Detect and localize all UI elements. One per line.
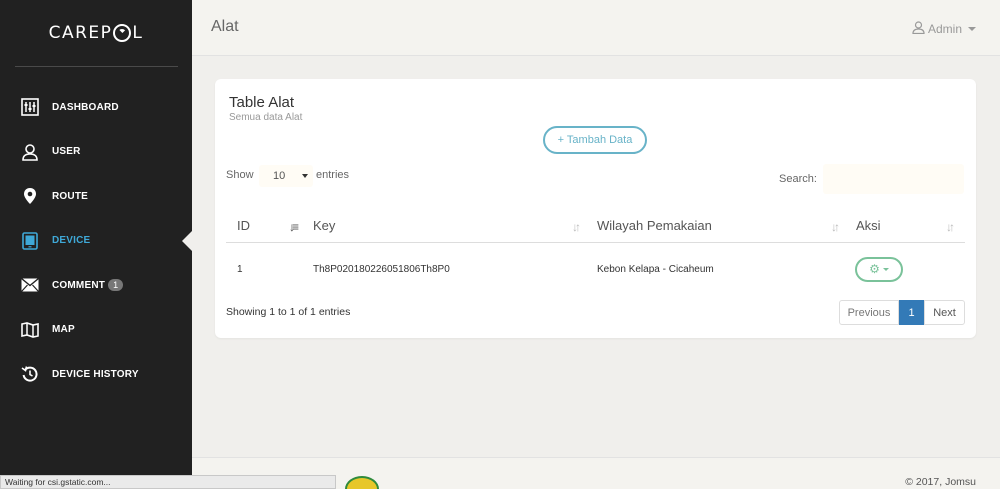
row-actions-button[interactable]: ⚙ — [855, 256, 903, 282]
tablet-icon — [20, 231, 40, 251]
sidebar-item-label: DEVICE HISTORY — [52, 368, 139, 380]
column-header-label: Key — [313, 217, 336, 233]
search-label: Search: — [779, 173, 817, 185]
sidebar: CAREP L DASHBOARD USER ROUTE DEVICE COMM… — [0, 0, 192, 489]
comment-count-badge: 1 — [108, 279, 124, 292]
entries-label: entries — [316, 169, 350, 181]
pagination-page-current[interactable]: 1 — [899, 300, 924, 325]
sort-ascending-icon[interactable]: ↓≡ — [289, 220, 299, 234]
cell-aksi: ⚙ — [855, 243, 903, 295]
sidebar-item-device[interactable]: DEVICE — [0, 219, 192, 264]
table-header: ID ↓≡ Key ↓↑ Wilayah Pemakaian ↓↑ Aksi ↓… — [226, 207, 965, 243]
chevron-down-icon — [968, 27, 976, 31]
column-header-id[interactable]: ID — [237, 207, 250, 243]
card-title: Table Alat — [229, 94, 295, 111]
entries-length-value: 10 — [273, 170, 286, 182]
column-header-label: ID — [237, 217, 250, 233]
sidebar-item-map[interactable]: MAP — [0, 308, 192, 353]
table-row: 1 Th8P020180226051806Th8P0 Kebon Kelapa … — [226, 243, 965, 295]
page-title: Alat — [211, 18, 239, 35]
column-header-wilayah[interactable]: Wilayah Pemakaian — [597, 207, 712, 243]
pagination-next[interactable]: Next — [924, 300, 965, 325]
emblem-logo — [345, 476, 379, 489]
user-icon — [912, 21, 925, 37]
sidebar-item-dashboard[interactable]: DASHBOARD — [0, 85, 192, 130]
sidebar-item-device-history[interactable]: DEVICE HISTORY — [0, 352, 192, 397]
show-label: Show — [226, 169, 254, 181]
card-subtitle: Semua data Alat — [229, 112, 303, 123]
brand-logo[interactable]: CAREP L — [0, 0, 192, 66]
sidebar-item-label: USER — [52, 146, 81, 158]
column-header-key[interactable]: Key — [313, 207, 335, 243]
sidebar-item-label: MAP — [52, 324, 75, 336]
pagination: Previous 1 Next — [839, 300, 965, 325]
chevron-down-icon — [302, 174, 308, 178]
chevron-down-icon — [882, 267, 889, 271]
brand-logo-text-start: CAREP — [48, 23, 113, 43]
map-pin-icon — [20, 186, 40, 206]
sidebar-item-label: ROUTE — [52, 190, 88, 202]
column-header-label: Wilayah Pemakaian — [597, 217, 712, 233]
copyright: © 2017, Jomsu — [905, 476, 976, 488]
pagination-previous[interactable]: Previous — [839, 300, 899, 325]
cell-id: 1 — [237, 263, 243, 275]
search-input[interactable] — [823, 164, 964, 194]
brand-logo-text-end: L — [132, 23, 144, 43]
sidebar-divider — [15, 66, 178, 67]
sort-icon[interactable]: ↓↑ — [946, 220, 955, 234]
sidebar-item-label: COMMENT — [52, 279, 106, 291]
cell-wilayah: Kebon Kelapa - Cicaheum — [597, 263, 714, 275]
gear-icon: ⚙ — [869, 262, 880, 276]
user-icon — [20, 142, 40, 162]
entries-length-select[interactable]: 10 — [259, 165, 313, 187]
column-header-label: Aksi — [856, 217, 881, 233]
table-card: Table Alat Semua data Alat + Tambah Data… — [215, 79, 976, 338]
sidebar-item-label: DASHBOARD — [52, 101, 119, 113]
sidebar-item-comment[interactable]: COMMENT 1 — [0, 263, 192, 308]
logo-mark-icon — [113, 24, 132, 42]
envelope-icon — [20, 275, 40, 295]
user-name: Admin — [927, 22, 962, 36]
dashboard-icon — [20, 97, 40, 117]
map-icon — [20, 320, 40, 340]
sort-icon[interactable]: ↓↑ — [831, 220, 840, 234]
sidebar-nav: DASHBOARD USER ROUTE DEVICE COMMENT 1 MA… — [0, 85, 192, 397]
top-navbar: Alat Admin — [192, 0, 1000, 56]
column-header-aksi[interactable]: Aksi — [856, 207, 881, 243]
sort-icon[interactable]: ↓↑ — [572, 220, 581, 234]
browser-status-bar: Waiting for csi.gstatic.com... — [0, 475, 336, 489]
sidebar-item-user[interactable]: USER — [0, 130, 192, 175]
sidebar-item-label: DEVICE — [52, 235, 91, 247]
table-info: Showing 1 to 1 of 1 entries — [226, 306, 351, 318]
add-data-button[interactable]: + Tambah Data — [543, 126, 647, 154]
user-menu-dropdown[interactable]: Admin — [912, 21, 976, 37]
history-icon — [20, 364, 40, 384]
sidebar-item-route[interactable]: ROUTE — [0, 174, 192, 219]
cell-key: Th8P020180226051806Th8P0 — [313, 263, 450, 275]
